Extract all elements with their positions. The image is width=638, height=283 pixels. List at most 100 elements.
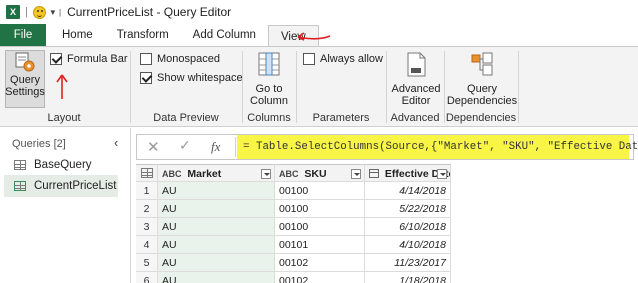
market-cell[interactable]: AU	[158, 200, 275, 218]
sku-cell[interactable]: 00100	[275, 182, 365, 200]
table-row: 4 AU 00101 4/10/2018	[136, 236, 452, 254]
group-columns: Go to Column Columns	[243, 47, 295, 127]
annotation-arrow-view-icon	[297, 32, 331, 41]
market-cell[interactable]: AU	[158, 236, 275, 254]
queries-header: Queries [2]	[12, 138, 66, 150]
formula-input[interactable]: = Table.SelectColumns(Source,{"Market", …	[237, 135, 638, 159]
query-item-label: CurrentPriceList	[34, 180, 117, 192]
table-corner-icon	[140, 168, 153, 178]
sku-cell[interactable]: 00100	[275, 218, 365, 236]
tab-file[interactable]: File	[0, 24, 46, 46]
row-number: 1	[136, 182, 158, 200]
market-cell[interactable]: AU	[158, 254, 275, 272]
text-type-icon[interactable]: ABC	[279, 169, 299, 179]
formula-divider	[235, 137, 236, 157]
title-bar: X | ▼ | CurrentPriceList - Query Editor	[0, 0, 638, 24]
formula-bar-checkbox[interactable]: Formula Bar	[50, 53, 128, 65]
advanced-editor-icon	[407, 52, 426, 77]
group-label-layout: Layout	[47, 112, 81, 124]
monospaced-label: Monospaced	[157, 53, 220, 65]
filter-dropdown-icon[interactable]	[351, 169, 361, 179]
commit-formula-icon[interactable]: ✓	[179, 137, 191, 154]
date-cell[interactable]: 5/22/2018	[365, 200, 451, 218]
query-dependencies-icon	[471, 52, 493, 76]
queries-pane: Queries [2] ‹ BaseQuery CurrentPriceList	[0, 128, 130, 283]
table-menu-icon[interactable]	[136, 164, 158, 182]
smiley-feedback-icon[interactable]	[32, 5, 46, 19]
column-header-effective-date[interactable]: Effective Date	[365, 164, 451, 182]
pane-divider[interactable]	[130, 128, 131, 283]
date-cell[interactable]: 11/23/2017	[365, 254, 451, 272]
column-header-sku[interactable]: ABC SKU	[275, 164, 365, 182]
query-settings-button[interactable]: Query Settings	[5, 50, 45, 108]
table-row: 3 AU 00100 6/10/2018	[136, 218, 452, 236]
excel-app-icon: X	[6, 5, 20, 19]
market-cell[interactable]: AU	[158, 182, 275, 200]
query-dependencies-label: Query Dependencies	[446, 83, 518, 107]
show-whitespace-checkbox[interactable]: Show whitespace	[140, 72, 243, 84]
grid-header-row: ABC Market ABC SKU Effective Date	[136, 164, 452, 182]
table-icon	[14, 181, 26, 191]
date-cell[interactable]: 4/10/2018	[365, 236, 451, 254]
date-cell[interactable]: 4/14/2018	[365, 182, 451, 200]
query-item-currentpricelist[interactable]: CurrentPriceList	[4, 175, 118, 197]
ribbon-view: Query Settings Formula Bar Layout Monosp…	[0, 46, 638, 127]
always-allow-check-icon[interactable]	[303, 53, 315, 65]
formula-bar: ✕ ✓ fx = Table.SelectColumns(Source,{"Ma…	[136, 134, 638, 160]
sku-cell[interactable]: 00100	[275, 200, 365, 218]
row-number: 5	[136, 254, 158, 272]
fx-icon[interactable]: fx	[211, 139, 220, 155]
sku-cell[interactable]: 00101	[275, 236, 365, 254]
window-title: CurrentPriceList - Query Editor	[67, 5, 232, 19]
column-header-market[interactable]: ABC Market	[158, 164, 275, 182]
table-row: 1 AU 00100 4/14/2018	[136, 182, 452, 200]
query-item-basequery[interactable]: BaseQuery	[4, 154, 118, 176]
monospaced-checkbox[interactable]: Monospaced	[140, 53, 220, 65]
query-editor-window: X | ▼ | CurrentPriceList - Query Editor …	[0, 0, 638, 283]
tab-transform[interactable]: Transform	[105, 24, 181, 46]
text-type-icon[interactable]: ABC	[162, 169, 182, 179]
row-number: 2	[136, 200, 158, 218]
date-cell[interactable]: 1/18/2018	[365, 272, 451, 283]
group-divider	[518, 51, 519, 123]
row-number: 6	[136, 272, 158, 283]
group-label-dependencies: Dependencies	[445, 112, 517, 124]
group-dependencies: Query Dependencies Dependencies	[445, 47, 517, 127]
go-to-column-icon	[258, 52, 280, 76]
show-whitespace-label: Show whitespace	[157, 72, 243, 84]
show-whitespace-check-icon[interactable]	[140, 72, 152, 84]
go-to-column-button[interactable]: Go to Column	[248, 50, 290, 107]
collapse-pane-icon[interactable]: ‹	[114, 135, 118, 150]
sku-cell[interactable]: 00102	[275, 272, 365, 283]
table-row: 6 AU 00102 1/18/2018	[136, 272, 452, 283]
formula-bar-label: Formula Bar	[67, 53, 128, 65]
query-settings-label: Query Settings	[5, 74, 45, 98]
column-header-label: Market	[187, 168, 222, 180]
cancel-formula-icon[interactable]: ✕	[147, 138, 160, 156]
monospaced-check-icon[interactable]	[140, 53, 152, 65]
group-data-preview: Monospaced Show whitespace Data Preview	[131, 47, 243, 127]
filter-dropdown-icon[interactable]	[261, 169, 271, 179]
annotation-arrow-formula-icon	[56, 74, 68, 99]
advanced-editor-label: Advanced Editor	[391, 83, 441, 107]
tab-home[interactable]: Home	[46, 24, 105, 46]
date-cell[interactable]: 6/10/2018	[365, 218, 451, 236]
market-cell[interactable]: AU	[158, 218, 275, 236]
date-type-icon[interactable]	[369, 169, 379, 178]
table-row: 2 AU 00100 5/22/2018	[136, 200, 452, 218]
always-allow-label: Always allow	[320, 53, 383, 65]
sku-cell[interactable]: 00102	[275, 254, 365, 272]
quick-access-dropdown-icon[interactable]: ▼ |	[49, 8, 61, 17]
advanced-editor-button[interactable]: Advanced Editor	[392, 50, 440, 107]
formula-bar-check-icon[interactable]	[50, 53, 62, 65]
column-header-label: SKU	[304, 168, 327, 180]
always-allow-checkbox[interactable]: Always allow	[303, 53, 383, 65]
query-dependencies-button[interactable]: Query Dependencies	[446, 50, 518, 107]
group-advanced: Advanced Editor Advanced	[387, 47, 443, 127]
tab-add-column[interactable]: Add Column	[181, 24, 268, 46]
group-label-advanced: Advanced	[390, 112, 440, 124]
filter-dropdown-icon[interactable]	[437, 169, 447, 179]
table-row: 5 AU 00102 11/23/2017	[136, 254, 452, 272]
market-cell[interactable]: AU	[158, 272, 275, 283]
group-label-parameters: Parameters	[312, 112, 370, 124]
